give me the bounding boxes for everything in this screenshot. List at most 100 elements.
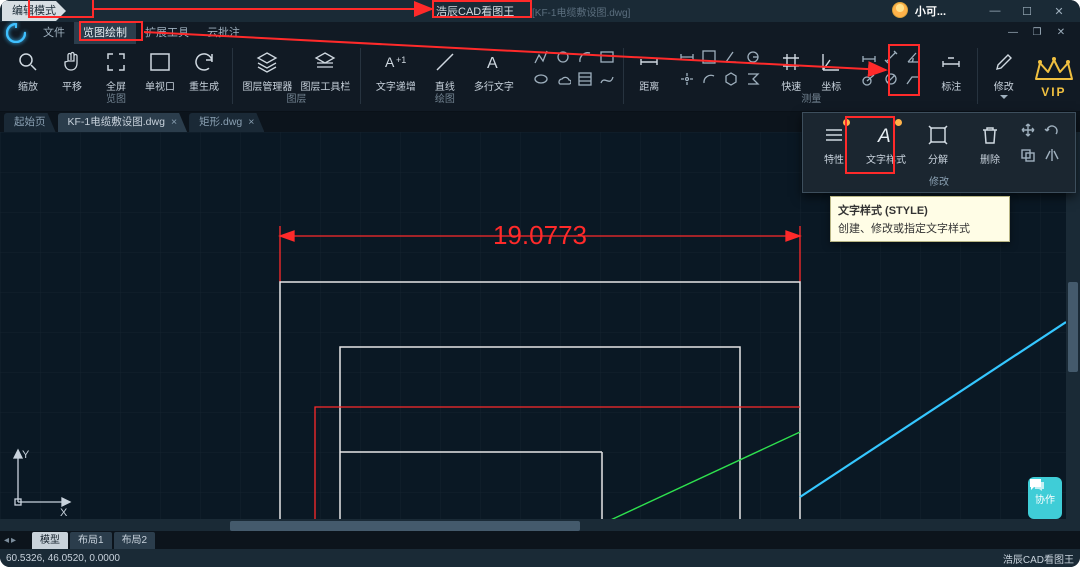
menu-cloud[interactable]: 云批注 <box>198 22 249 44</box>
mini-rect-icon[interactable] <box>597 47 617 67</box>
svg-text:+1: +1 <box>396 55 406 65</box>
layer-toolbar-icon <box>311 48 339 76</box>
layout-nav[interactable]: ◂▸ <box>0 535 30 546</box>
dimension-icon <box>937 48 965 76</box>
tab-model[interactable]: 模型 <box>32 532 68 549</box>
delete-button[interactable]: 删除 <box>965 119 1015 171</box>
tab-active-file[interactable]: KF-1电缆敷设图.dwg× <box>58 113 188 132</box>
mini-circle-icon[interactable] <box>553 47 573 67</box>
mini-dim-radius-icon[interactable] <box>859 69 879 89</box>
text-increment-icon: A+1 <box>382 48 410 76</box>
group-view-label: 览图 <box>106 93 126 107</box>
mini-area-icon[interactable] <box>699 47 719 67</box>
mini-dim-leader-icon[interactable] <box>903 69 923 89</box>
mini-dim-angular-icon[interactable] <box>903 47 923 67</box>
close-button[interactable]: ✕ <box>1044 0 1074 22</box>
tooltip-body: 创建、修改或指定文字样式 <box>838 220 1002 236</box>
menu-view-draw[interactable]: 览图绘制 <box>74 22 136 44</box>
viewport-label: 单视口 <box>145 78 175 93</box>
mini-move-icon[interactable] <box>1019 122 1037 143</box>
mini-angle-icon[interactable] <box>721 47 741 67</box>
trash-icon <box>976 121 1004 149</box>
maximize-button[interactable]: ☐ <box>1012 0 1042 22</box>
collaboration-button[interactable]: 协作 <box>1028 477 1062 519</box>
app-logo-icon[interactable] <box>4 21 28 45</box>
layer-manager-button[interactable]: 图层管理器 <box>238 46 296 93</box>
dimension-label: 标注 <box>941 78 961 93</box>
mini-mirror-icon[interactable] <box>1043 147 1061 168</box>
user-avatar-icon[interactable] <box>892 2 908 18</box>
pan-button[interactable]: 平移 <box>50 46 94 93</box>
mini-dim-diameter-icon[interactable] <box>881 69 901 89</box>
mini-arc-len-icon[interactable] <box>699 69 719 89</box>
zoom-button[interactable]: 缩放 <box>6 46 50 93</box>
tab-layout2[interactable]: 布局2 <box>114 532 156 549</box>
mini-spline-icon[interactable] <box>597 69 617 89</box>
minimize-button[interactable]: — <box>980 0 1010 22</box>
mini-ellipse-icon[interactable] <box>531 69 551 89</box>
vip-button[interactable]: VIP <box>1028 44 1080 111</box>
mini-dim-aligned-icon[interactable] <box>881 47 901 67</box>
child-restore-button[interactable]: ❐ <box>1026 22 1048 42</box>
fullscreen-icon <box>102 48 130 76</box>
modify-panel: 特性 A 文字样式 分解 删除 <box>802 112 1076 193</box>
tooltip-title: 文字样式 (STYLE) <box>838 202 1002 218</box>
distance-label: 距离 <box>639 78 659 93</box>
child-close-button[interactable]: ✕ <box>1050 22 1072 42</box>
mini-id-icon[interactable] <box>677 69 697 89</box>
modify-dropdown-button[interactable]: 修改 <box>984 46 1024 100</box>
mtext-button[interactable]: A 多行文字 <box>465 46 523 93</box>
text-style-button[interactable]: A 文字样式 <box>861 119 911 171</box>
text-increment-button[interactable]: A+1 文字递增 <box>367 46 425 93</box>
line-button[interactable]: 直线 <box>425 46 465 93</box>
fast-measure-button[interactable]: 快速 <box>771 46 811 93</box>
mini-copy-icon[interactable] <box>1019 147 1037 168</box>
tab-close-icon[interactable]: × <box>171 116 177 128</box>
fullscreen-button[interactable]: 全屏 <box>94 46 138 93</box>
status-brand: 浩辰CAD看图王 <box>1003 551 1074 566</box>
coord-icon <box>817 48 845 76</box>
user-name[interactable]: 小可... <box>915 3 946 19</box>
menu-file[interactable]: 文件 <box>34 22 74 44</box>
regen-label: 重生成 <box>189 78 219 93</box>
layer-manager-label: 图层管理器 <box>242 78 292 93</box>
child-minimize-button[interactable]: — <box>1002 22 1024 42</box>
layers-icon <box>253 48 281 76</box>
dim-mini-tools <box>855 44 927 111</box>
menu-ext-tools[interactable]: 扩展工具 <box>136 22 198 44</box>
mini-cloud-icon[interactable] <box>553 69 573 89</box>
distance-icon <box>635 48 663 76</box>
text-style-icon: A <box>872 121 900 149</box>
mini-rotate-icon[interactable] <box>1043 122 1061 143</box>
mini-radius-icon[interactable] <box>743 47 763 67</box>
properties-button[interactable]: 特性 <box>809 119 859 171</box>
dimension-button[interactable]: 标注 <box>931 46 971 93</box>
line-label: 直线 <box>435 78 455 93</box>
coord-button[interactable]: 坐标 <box>811 46 851 93</box>
mini-total-icon[interactable] <box>743 69 763 89</box>
mini-arc-icon[interactable] <box>575 47 595 67</box>
tab-start[interactable]: 起始页 <box>4 113 56 132</box>
modify-label: 修改 <box>994 78 1014 93</box>
app-title: 浩辰CAD看图王 <box>436 3 514 19</box>
svg-text:A: A <box>487 55 498 72</box>
regen-button[interactable]: 重生成 <box>182 46 226 93</box>
mini-hatch-icon[interactable] <box>575 69 595 89</box>
viewport-button[interactable]: 单视口 <box>138 46 182 93</box>
pan-icon <box>58 48 86 76</box>
zoom-icon <box>14 48 42 76</box>
tab-close-icon[interactable]: × <box>248 116 254 128</box>
line-icon <box>431 48 459 76</box>
distance-button[interactable]: 距离 <box>629 46 669 93</box>
tab-layout1[interactable]: 布局1 <box>70 532 112 549</box>
mode-badge: 编辑模式 <box>2 1 66 21</box>
explode-button[interactable]: 分解 <box>913 119 963 171</box>
tab-rect-file[interactable]: 矩形.dwg× <box>189 113 264 132</box>
zoom-label: 缩放 <box>18 78 38 93</box>
mini-length-icon[interactable] <box>677 47 697 67</box>
tooltip: 文字样式 (STYLE) 创建、修改或指定文字样式 <box>830 196 1010 242</box>
mini-volume-icon[interactable] <box>721 69 741 89</box>
layer-toolbar-button[interactable]: 图层工具栏 <box>296 46 354 93</box>
mini-dim-linear-icon[interactable] <box>859 47 879 67</box>
mini-polyline-icon[interactable] <box>531 47 551 67</box>
